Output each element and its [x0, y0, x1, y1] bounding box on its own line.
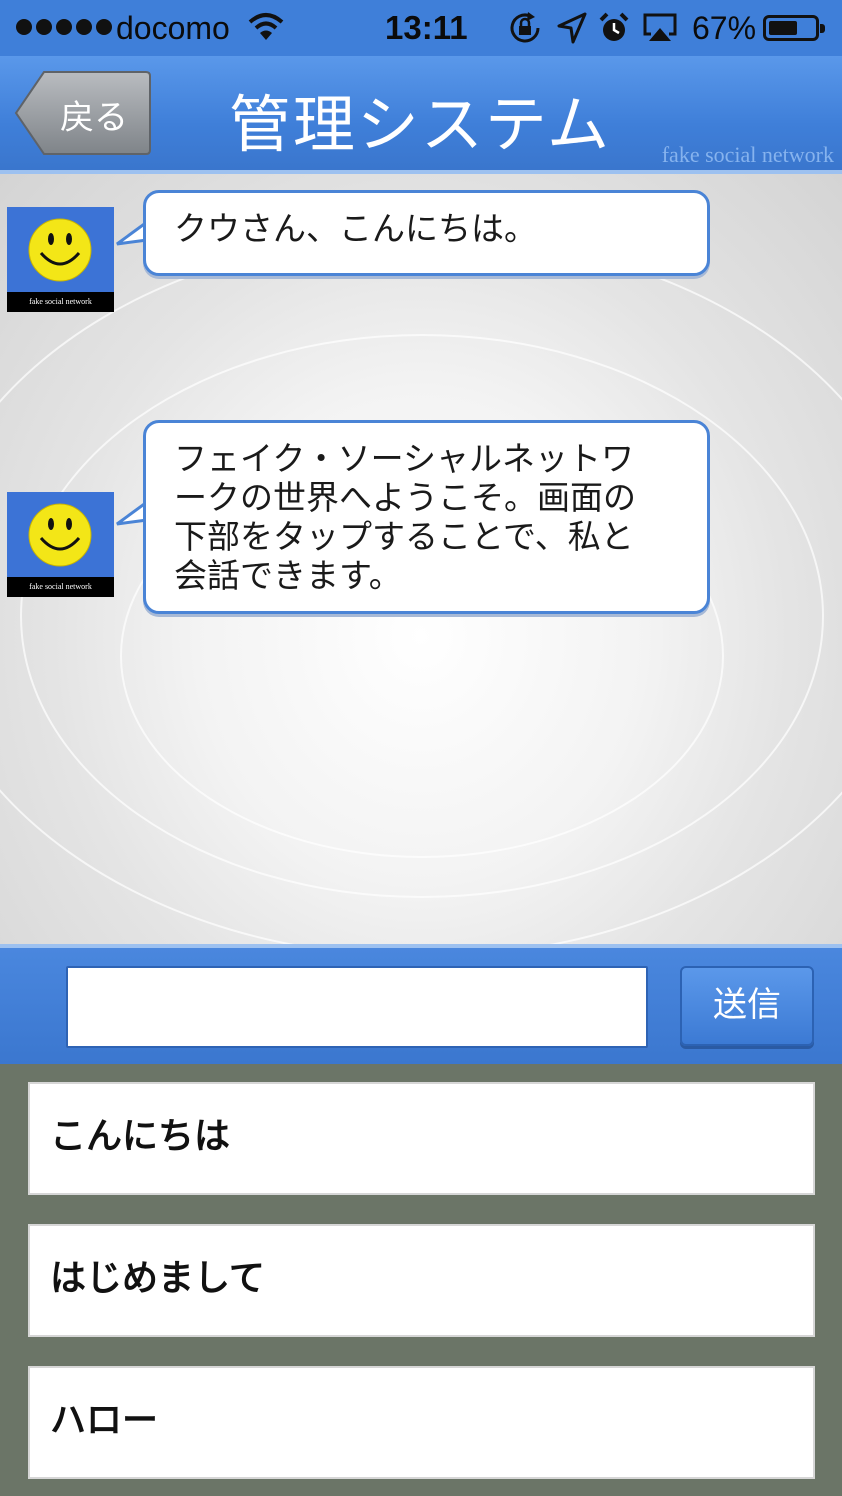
battery-icon	[763, 15, 825, 41]
smiley-face-icon	[28, 218, 92, 282]
alarm-icon	[598, 12, 630, 49]
quick-reply-option[interactable]: こんにちは	[28, 1082, 815, 1195]
message-line: 下部をタップすることで、私と	[174, 517, 634, 556]
message-input[interactable]	[66, 966, 648, 1048]
carrier-name: docomo	[116, 10, 230, 46]
page-title: 管理システム	[228, 88, 612, 161]
message-bubble: クウさん、こんにちは。	[143, 190, 710, 276]
orientation-lock-icon	[508, 12, 542, 49]
location-arrow-icon	[557, 12, 587, 49]
battery-percent: 67%	[692, 10, 757, 46]
quick-reply-option[interactable]: ハロー	[28, 1366, 815, 1479]
bot-avatar: fake social network	[7, 207, 114, 312]
clock: 13:11	[385, 9, 468, 46]
signal-dots-icon	[16, 19, 112, 35]
avatar-caption: fake social network	[7, 577, 114, 597]
message-line: 会話できます。	[174, 556, 402, 595]
message-line: フェイク・ソーシャルネットワ	[174, 439, 635, 478]
quick-reply-option[interactable]: はじめまして	[28, 1224, 815, 1337]
message-text: クウさん、こんにちは。	[174, 209, 537, 248]
quick-reply-list: こんにちは はじめまして ハロー	[0, 1064, 842, 1496]
bot-avatar: fake social network	[7, 492, 114, 597]
back-button-label: 戻る	[60, 98, 128, 138]
message-input-bar: 送信	[0, 944, 842, 1064]
message-bubble: フェイク・ソーシャルネットワ ークの世界へようこそ。画面の 下部をタップすること…	[143, 420, 710, 614]
back-button[interactable]: 戻る	[14, 70, 152, 156]
smiley-face-icon	[28, 503, 92, 567]
wifi-icon	[248, 12, 284, 47]
avatar-caption: fake social network	[7, 292, 114, 312]
airplay-icon	[642, 12, 678, 49]
header-watermark: fake social network	[661, 142, 834, 167]
status-bar: docomo 13:11 67%	[0, 0, 842, 56]
navigation-bar: 戻る 管理システム fake social network	[0, 56, 842, 174]
send-button[interactable]: 送信	[680, 966, 814, 1046]
chat-area[interactable]: fake social network クウさん、こんにちは。 fake soc…	[0, 174, 842, 944]
message-line: ークの世界へようこそ。画面の	[174, 478, 636, 517]
